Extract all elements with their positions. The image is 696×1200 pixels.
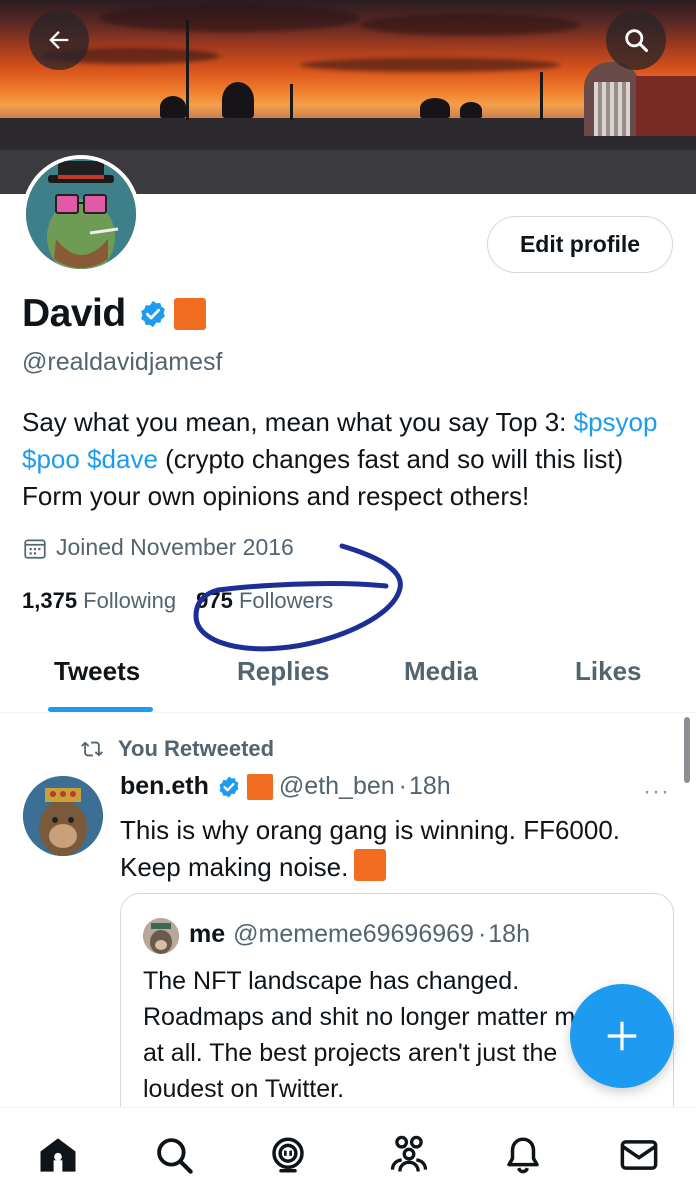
profile-name: David xyxy=(22,292,126,335)
retweet-icon xyxy=(81,741,103,757)
search-button[interactable] xyxy=(606,10,666,70)
profile-tabs: Tweets Replies Media Likes xyxy=(0,640,696,713)
search-icon xyxy=(625,29,649,53)
tab-tweets[interactable]: Tweets xyxy=(54,656,140,687)
tweet-text: This is why orang gang is winning. FF600… xyxy=(120,815,621,882)
quote-author-handle: @mememe69696969 xyxy=(233,920,474,948)
nav-home[interactable] xyxy=(35,1132,81,1178)
tweet-author-avatar[interactable] xyxy=(23,776,103,856)
edit-profile-button[interactable]: Edit profile xyxy=(487,216,673,273)
verified-badge-icon xyxy=(140,300,165,328)
arrow-left-icon xyxy=(49,31,69,49)
scrollbar[interactable] xyxy=(684,717,690,783)
quote-author-avatar xyxy=(143,918,179,954)
nav-search[interactable] xyxy=(151,1132,197,1178)
quote-text: The NFT landscape has changed. Roadmaps … xyxy=(143,967,642,1103)
mail-icon xyxy=(620,1140,658,1170)
verified-badge-icon xyxy=(219,776,239,797)
tab-media[interactable]: Media xyxy=(404,656,478,687)
active-tab-indicator xyxy=(48,707,153,712)
orange-square-emoji xyxy=(354,849,387,881)
nav-spaces[interactable] xyxy=(265,1132,311,1178)
nav-notifications[interactable] xyxy=(500,1132,546,1178)
tweet-author-name[interactable]: ben.eth xyxy=(120,772,209,801)
profile-handle: @realdavidjamesf xyxy=(22,348,223,376)
nav-communities[interactable] xyxy=(386,1132,432,1178)
tab-likes[interactable]: Likes xyxy=(575,656,642,687)
quote-time: 18h xyxy=(488,920,530,948)
nav-messages[interactable] xyxy=(616,1132,662,1178)
tweet-separator: · xyxy=(398,772,407,800)
retweet-context: You Retweeted xyxy=(80,736,274,762)
profile-avatar[interactable] xyxy=(22,155,140,273)
profile-bio: Say what you mean, mean what you say Top… xyxy=(22,407,658,511)
tweet-time: 18h xyxy=(408,772,451,800)
search-icon xyxy=(157,1138,193,1174)
bell-icon xyxy=(507,1137,539,1174)
plus-icon xyxy=(607,1021,637,1051)
back-button[interactable] xyxy=(29,10,89,70)
joined-date: Joined November 2016 xyxy=(22,534,294,561)
followers-link[interactable]: 975 Followers xyxy=(196,588,333,614)
tweet-header: ben.eth @eth_ben · 18h xyxy=(120,772,451,801)
bottom-navigation xyxy=(0,1107,696,1200)
home-icon xyxy=(40,1138,76,1172)
calendar-icon xyxy=(24,539,46,559)
tweet-more-icon[interactable]: ··· xyxy=(643,778,670,806)
following-link[interactable]: 1,375 Following xyxy=(22,588,176,614)
tweet-author-handle: @eth_ben xyxy=(278,772,395,800)
communities-icon xyxy=(390,1135,428,1172)
quote-separator: · xyxy=(477,920,487,948)
compose-tweet-button[interactable] xyxy=(570,984,674,1088)
quote-author-name: me xyxy=(189,920,226,948)
orange-square-emoji xyxy=(246,773,273,800)
spaces-icon xyxy=(272,1137,304,1173)
orange-square-emoji xyxy=(173,298,206,330)
tab-replies[interactable]: Replies xyxy=(237,656,330,687)
